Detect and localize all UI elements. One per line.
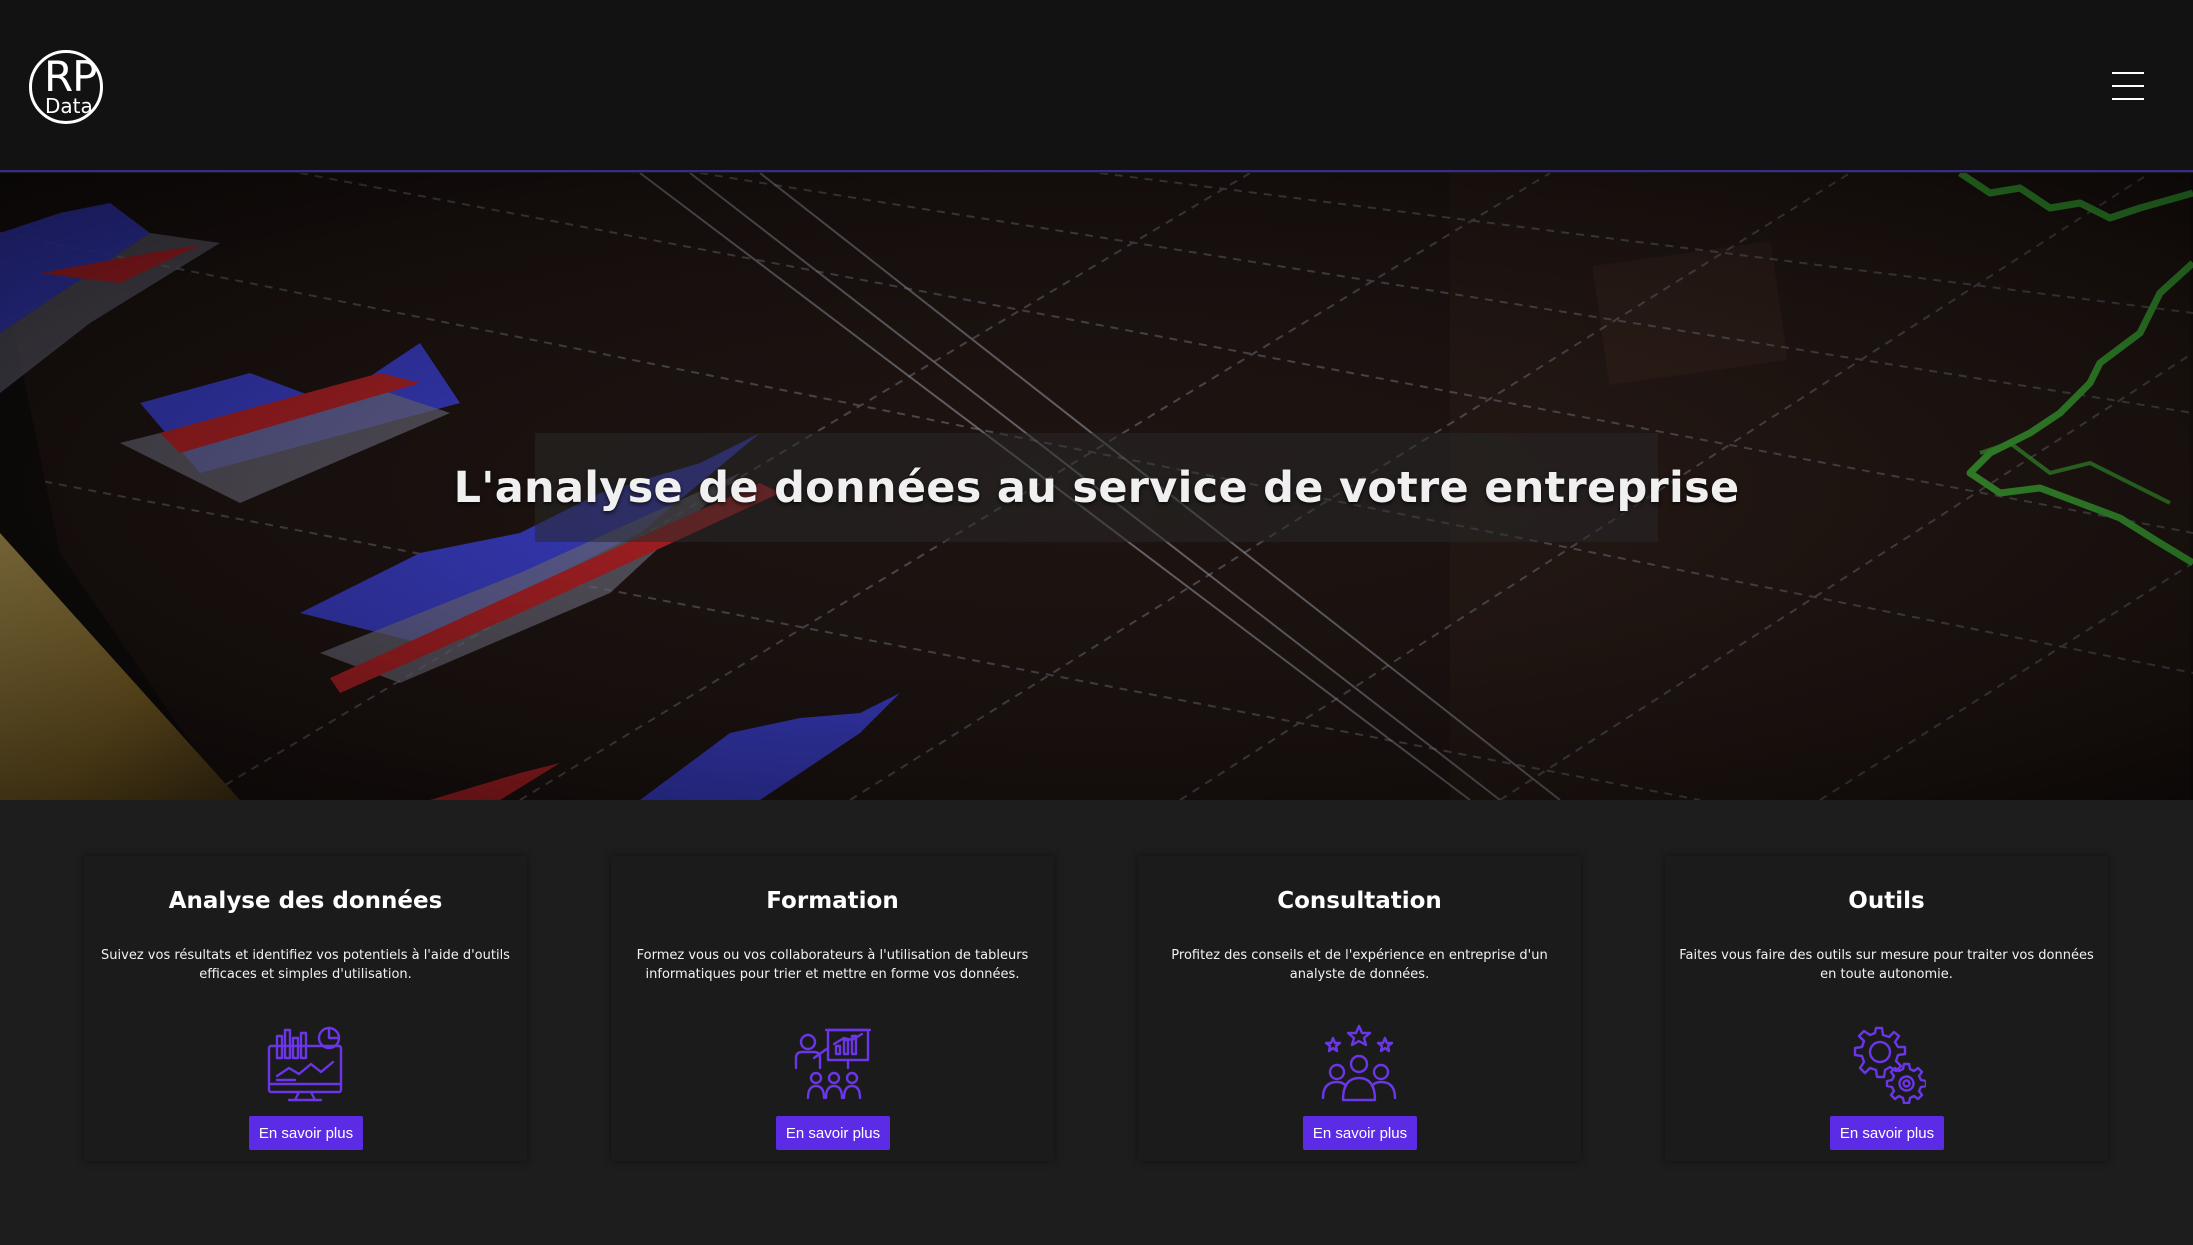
service-card-analyse: Analyse des données Suivez vos résultats…	[84, 856, 527, 1161]
service-title: Outils	[1848, 888, 1925, 914]
training-presentation-icon	[794, 1028, 872, 1100]
logo-text-data: Data	[45, 94, 93, 118]
hero-banner: L'analyse de données au service de votre…	[0, 173, 2193, 800]
service-title: Analyse des données	[168, 888, 443, 914]
data-dashboard-icon	[267, 1026, 343, 1102]
hero-title-box: L'analyse de données au service de votre…	[454, 433, 1739, 542]
service-title: Formation	[766, 888, 899, 914]
site-header: RP Data	[0, 0, 2193, 172]
services-section: Analyse des données Suivez vos résultats…	[0, 800, 2193, 1245]
team-stars-icon	[1321, 1024, 1397, 1102]
hero-title: L'analyse de données au service de votre…	[453, 462, 1740, 513]
hamburger-menu-icon[interactable]	[2112, 70, 2144, 102]
service-description: Profitez des conseils et de l'expérience…	[1171, 948, 1548, 982]
learn-more-button[interactable]: En savoir plus	[776, 1116, 890, 1150]
service-description: Faites vous faire des outils sur mesure …	[1679, 948, 2094, 982]
learn-more-button[interactable]: En savoir plus	[1830, 1116, 1944, 1150]
service-card-outils: Outils Faites vous faire des outils sur …	[1665, 856, 2108, 1161]
service-card-formation: Formation Formez vous ou vos collaborate…	[611, 856, 1054, 1161]
service-title: Consultation	[1277, 888, 1442, 914]
service-card-consultation: Consultation Profitez des conseils et de…	[1138, 856, 1581, 1161]
service-description: Suivez vos résultats et identifiez vos p…	[101, 948, 510, 982]
service-description: Formez vous ou vos collaborateurs à l'ut…	[636, 948, 1029, 982]
learn-more-button[interactable]: En savoir plus	[249, 1116, 363, 1150]
gears-icon	[1853, 1026, 1926, 1104]
rp-data-logo[interactable]: RP Data	[29, 50, 103, 124]
learn-more-button[interactable]: En savoir plus	[1303, 1116, 1417, 1150]
